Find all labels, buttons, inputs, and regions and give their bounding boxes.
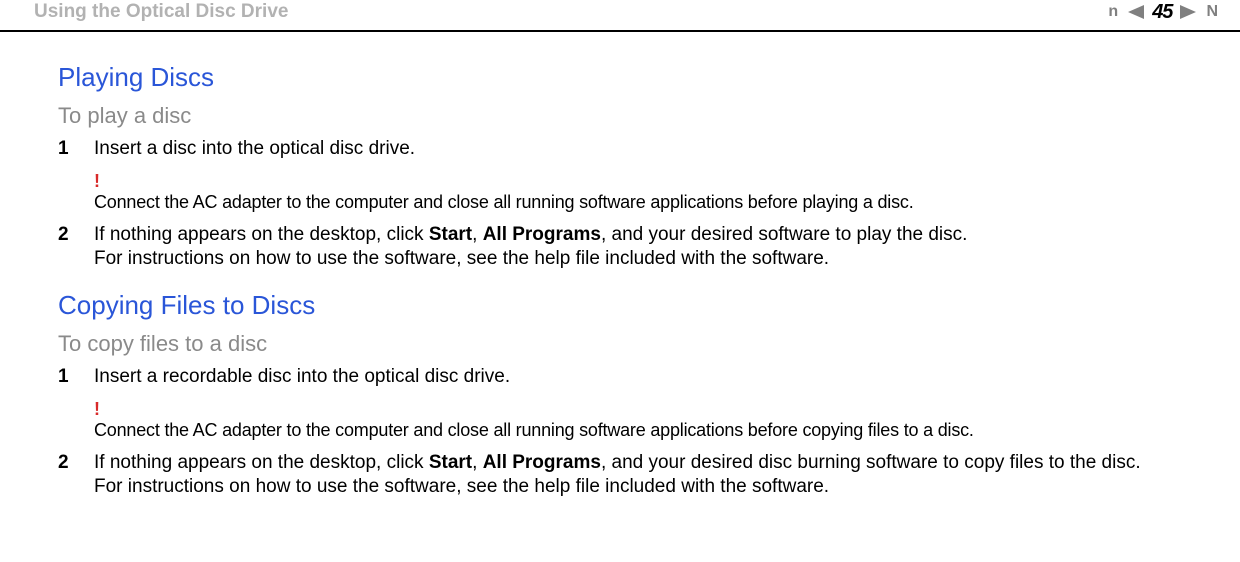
text-fragment: If nothing appears on the desktop, click (94, 224, 429, 245)
bold-start: Start (429, 452, 472, 473)
text-fragment: , (472, 452, 483, 473)
step-text: If nothing appears on the desktop, click… (94, 451, 1206, 500)
page: Using the Optical Disc Drive n 45 N Play… (0, 0, 1240, 526)
step-2: 2 If nothing appears on the desktop, cli… (58, 451, 1206, 500)
warning-icon: ! (94, 172, 1206, 190)
step-text: Insert a recordable disc into the optica… (94, 365, 1206, 390)
nav-next-letter: N (1206, 3, 1218, 21)
page-nav: n 45 N (1106, 1, 1220, 24)
section-heading-copying-files: Copying Files to Discs (58, 290, 1206, 321)
warning-icon: ! (94, 400, 1206, 418)
bold-all-programs: All Programs (483, 224, 601, 245)
step-text: If nothing appears on the desktop, click… (94, 223, 1206, 272)
step-number: 2 (58, 223, 94, 248)
step-1: 1 Insert a disc into the optical disc dr… (58, 137, 1206, 162)
page-number: 45 (1152, 1, 1172, 24)
subheading-to-play-a-disc: To play a disc (58, 103, 1206, 129)
nav-prev-letter: n (1108, 3, 1118, 21)
breadcrumb: Using the Optical Disc Drive (34, 1, 288, 23)
arrow-right-icon[interactable] (1180, 5, 1196, 19)
text-fragment: , and your desired software to play the … (601, 224, 967, 245)
step-2: 2 If nothing appears on the desktop, cli… (58, 223, 1206, 272)
bold-all-programs: All Programs (483, 452, 601, 473)
content: Playing Discs To play a disc 1 Insert a … (0, 32, 1240, 526)
section-heading-playing-discs: Playing Discs (58, 62, 1206, 93)
step-number: 1 (58, 365, 94, 390)
text-fragment: , (472, 224, 483, 245)
arrow-left-icon[interactable] (1128, 5, 1144, 19)
step-number: 1 (58, 137, 94, 162)
warning-text: Connect the AC adapter to the computer a… (94, 192, 1206, 213)
bold-start: Start (429, 224, 472, 245)
text-fragment: For instructions on how to use the softw… (94, 248, 829, 269)
text-fragment: If nothing appears on the desktop, click (94, 452, 429, 473)
text-fragment: For instructions on how to use the softw… (94, 476, 829, 497)
warning-note: ! Connect the AC adapter to the computer… (94, 400, 1206, 441)
step-1: 1 Insert a recordable disc into the opti… (58, 365, 1206, 390)
warning-note: ! Connect the AC adapter to the computer… (94, 172, 1206, 213)
warning-text: Connect the AC adapter to the computer a… (94, 420, 1206, 441)
text-fragment: , and your desired disc burning software… (601, 452, 1141, 473)
step-number: 2 (58, 451, 94, 476)
subheading-to-copy-files: To copy files to a disc (58, 331, 1206, 357)
top-bar: Using the Optical Disc Drive n 45 N (0, 0, 1240, 32)
step-text: Insert a disc into the optical disc driv… (94, 137, 1206, 162)
